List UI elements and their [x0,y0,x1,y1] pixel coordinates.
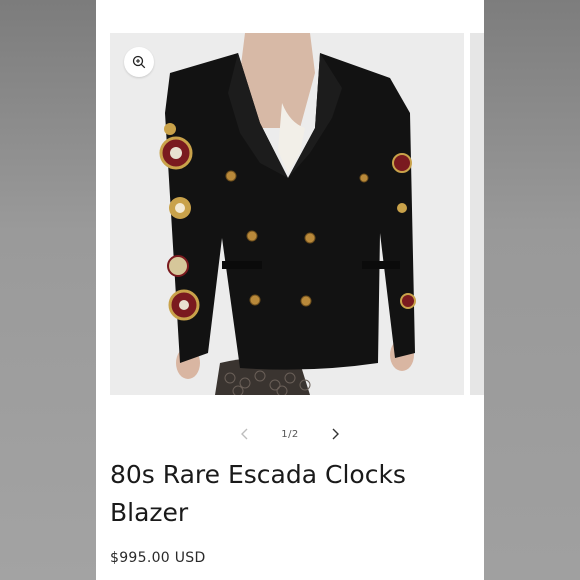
next-image-preview[interactable] [470,33,484,395]
product-title: 80s Rare Escada Clocks Blazer [110,456,470,532]
product-title-line-1: 80s Rare Escada Clocks [110,460,406,489]
chevron-right-icon [332,428,339,440]
image-counter: 1/2 [281,428,299,440]
chevron-left-icon [241,428,248,440]
product-price: $995.00 USD [110,550,206,566]
gallery-pager: 1/2 [96,422,484,446]
zoom-in-icon [132,55,146,69]
blazer-photo [110,33,464,395]
zoom-button[interactable] [124,47,154,77]
product-title-line-2: Blazer [110,498,189,527]
next-image-button[interactable] [325,424,345,444]
product-page: 1/2 80s Rare Escada Clocks Blazer $995.0… [96,0,484,580]
blurred-background-left [0,0,96,580]
product-image[interactable] [110,33,464,395]
previous-image-button[interactable] [235,424,255,444]
blurred-background-right [484,0,580,580]
